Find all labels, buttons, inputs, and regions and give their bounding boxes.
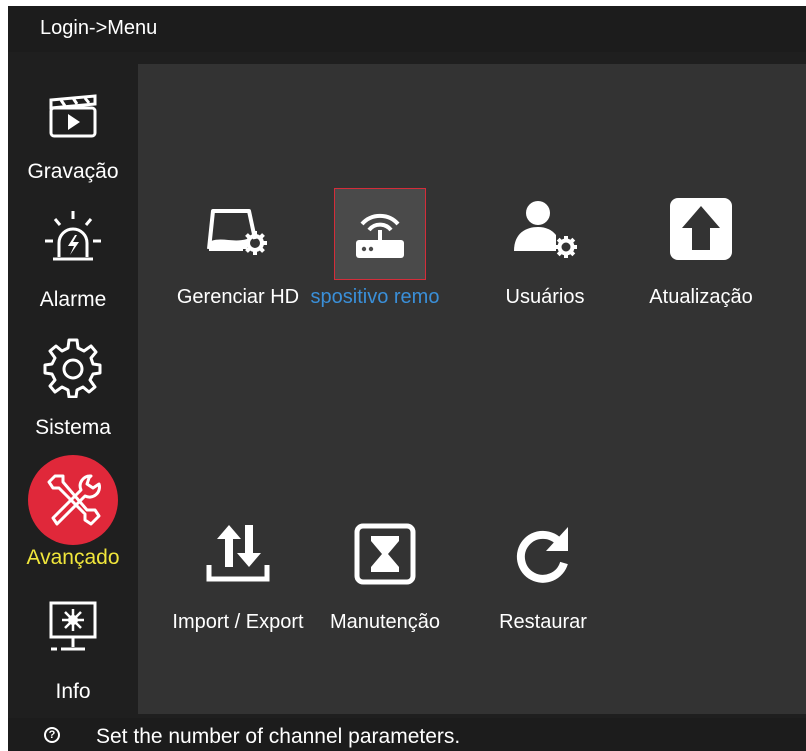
tile-label: Manutenção <box>329 611 441 633</box>
tile-manutencao[interactable]: Manutenção <box>310 519 460 649</box>
sidebar-item-sistema[interactable]: Sistema <box>8 332 138 447</box>
status-message: Set the number of channel parameters. <box>96 725 461 748</box>
router-wifi-icon <box>334 188 426 280</box>
tile-atualizacao[interactable]: Atualização <box>626 194 776 324</box>
tile-label: Atualização <box>649 286 753 308</box>
app-window: Login->Menu Gravação Alarme Sistema Avan… <box>8 6 806 751</box>
status-bar: ? Set the number of channel parameters. <box>8 718 806 751</box>
import-export-icon <box>203 519 273 589</box>
help-icon: ? <box>44 727 60 743</box>
tile-import-export[interactable]: Import / Export <box>163 519 313 649</box>
tile-dispositivo-remoto[interactable]: spositivo remo <box>300 188 450 324</box>
tile-label: Usuários <box>505 286 585 308</box>
menu-grid: Gerenciar HD spositivo remo Usuários Atu… <box>138 64 806 714</box>
tile-label: spositivo remo <box>310 286 440 308</box>
tile-label: Restaurar <box>499 611 587 633</box>
sidebar-item-label: Info <box>55 680 91 703</box>
siren-icon <box>8 202 138 272</box>
user-settings-icon <box>510 194 580 264</box>
sidebar-item-label: Gravação <box>27 160 119 183</box>
sidebar-item-alarme[interactable]: Alarme <box>8 202 138 317</box>
sidebar-item-label: Avançado <box>26 546 120 569</box>
sidebar-item-gravacao[interactable]: Gravação <box>8 82 138 192</box>
sidebar-item-info[interactable]: Info <box>8 592 138 707</box>
tile-usuarios[interactable]: Usuários <box>470 194 620 324</box>
breadcrumb: Login->Menu <box>40 17 158 39</box>
clapperboard-icon <box>8 82 138 152</box>
restore-icon <box>508 519 578 589</box>
monitor-info-icon <box>8 592 138 662</box>
tile-label: Import / Export <box>172 611 304 633</box>
sidebar-item-avancado[interactable]: Avançado <box>8 452 138 577</box>
hourglass-icon <box>350 519 420 589</box>
gear-icon <box>8 332 138 402</box>
sidebar-item-label: Alarme <box>39 288 107 311</box>
hdd-settings-icon <box>203 194 273 264</box>
title-bar: Login->Menu <box>8 6 806 52</box>
tile-restaurar[interactable]: Restaurar <box>468 519 618 649</box>
sidebar-item-label: Sistema <box>35 416 111 439</box>
sidebar: Gravação Alarme Sistema Avançado Info <box>8 52 138 718</box>
upgrade-arrow-icon <box>666 194 736 264</box>
tools-icon <box>8 452 138 548</box>
